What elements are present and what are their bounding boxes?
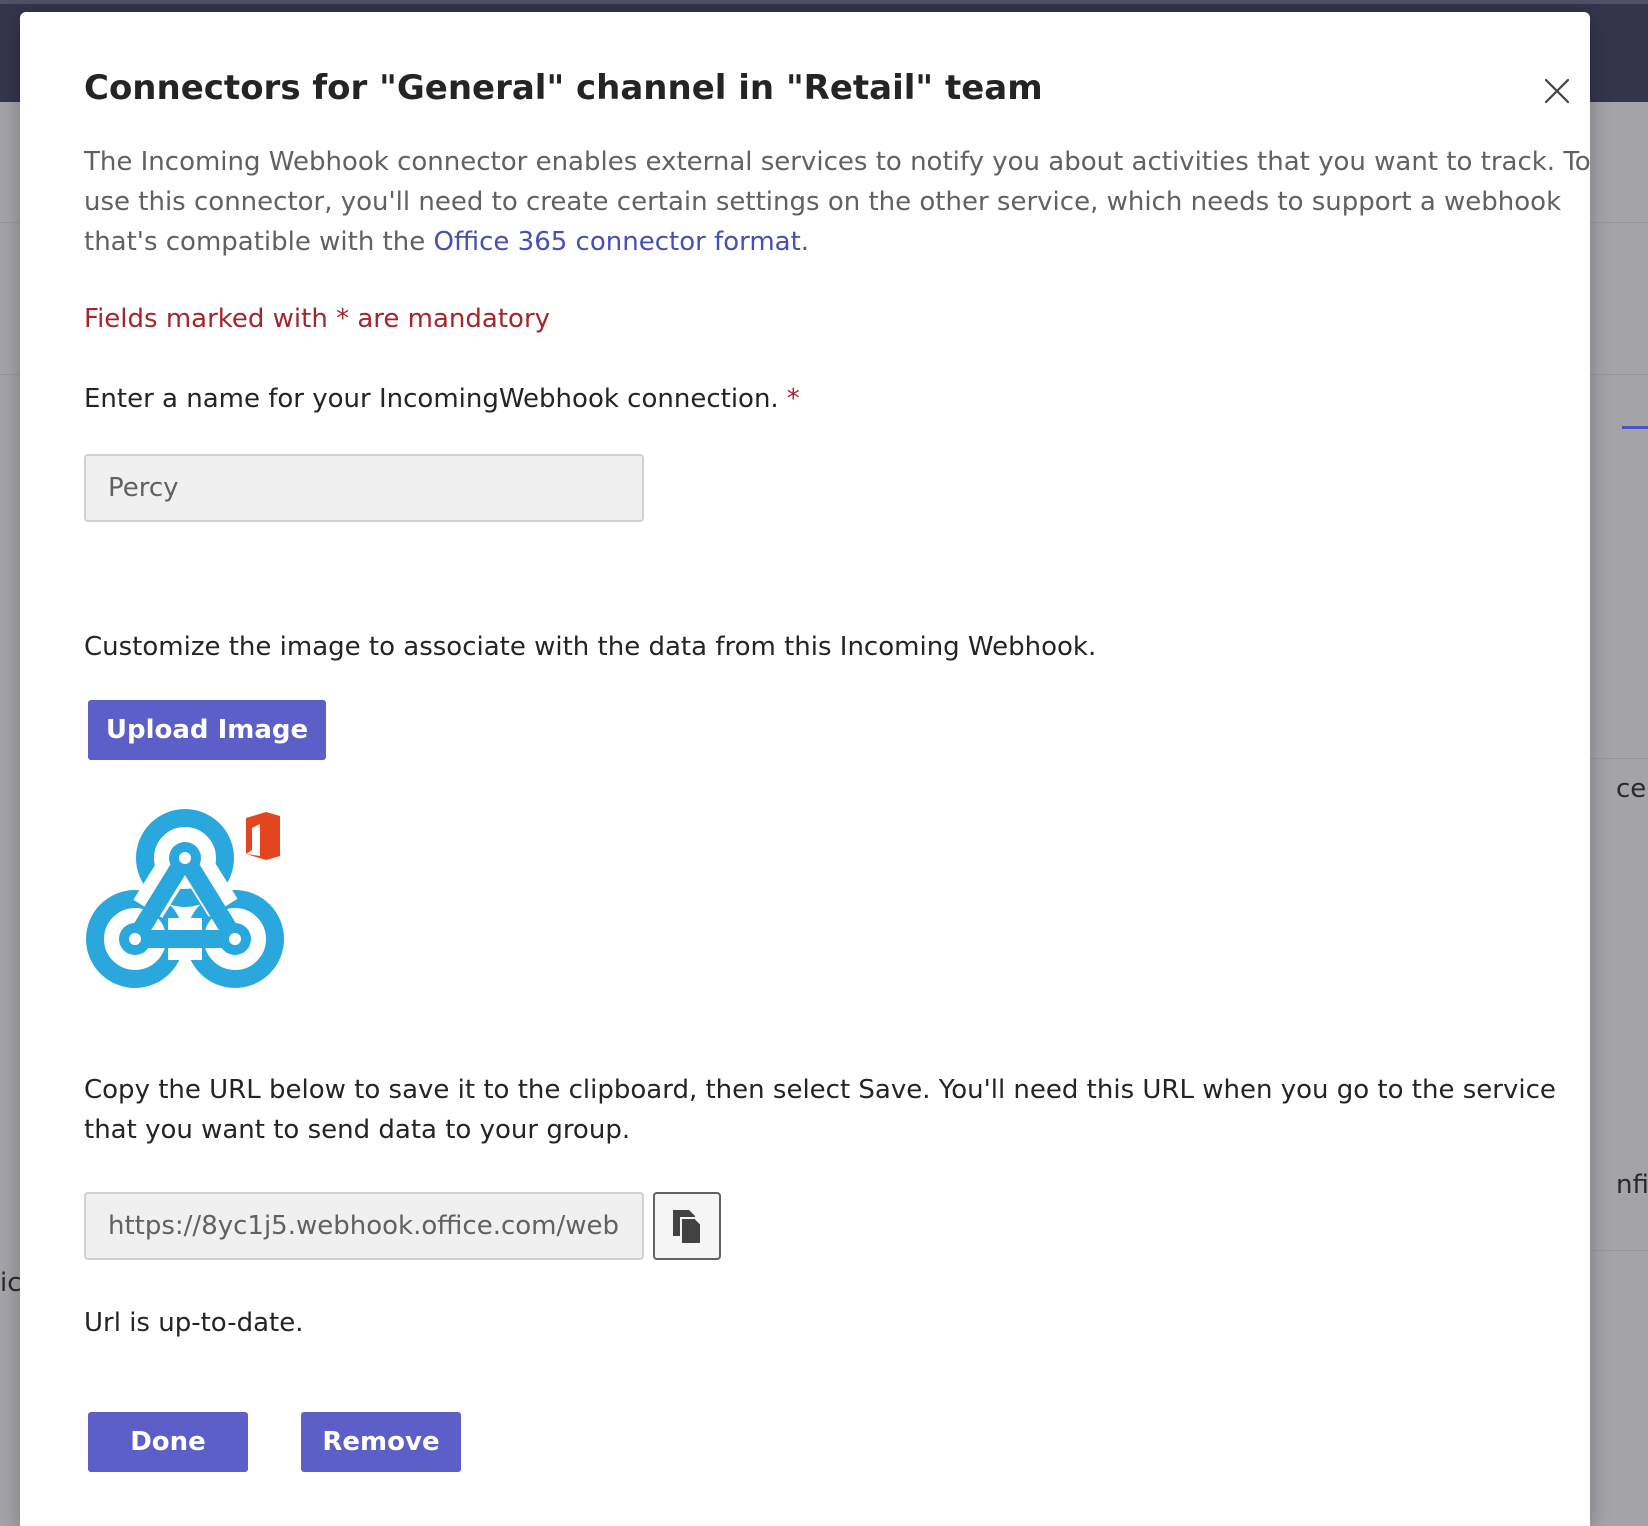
description-text: The Incoming Webhook connector enables e… [84,147,1591,257]
background-partial-text: ce [1616,774,1647,804]
connector-dialog: Connectors for "General" channel in "Ret… [20,12,1591,1526]
webhook-url-field[interactable] [84,1192,644,1260]
connection-name-label-text: Enter a name for your IncomingWebhook co… [84,384,779,414]
background-top-bar-line [0,0,1648,4]
mandatory-fields-note: Fields marked with * are mandatory [84,304,551,334]
close-icon[interactable] [1540,74,1574,108]
required-marker: * [786,384,800,414]
connection-name-input[interactable] [84,454,644,522]
dialog-title: Connectors for "General" channel in "Ret… [84,68,1043,108]
background-divider [1590,758,1648,759]
office-logo-icon [246,812,280,860]
background-divider [1590,1250,1648,1251]
copy-icon [673,1210,702,1245]
incoming-webhook-logo-icon [84,804,284,1004]
copy-url-button[interactable] [653,1192,721,1260]
done-button[interactable]: Done [88,1412,248,1472]
url-instructions: Copy the URL below to save it to the cli… [84,1075,1556,1145]
connection-name-label: Enter a name for your IncomingWebhook co… [84,384,800,414]
background-active-tab-indicator [1622,426,1648,429]
upload-image-button[interactable]: Upload Image [88,700,326,760]
remove-button[interactable]: Remove [301,1412,461,1472]
background-partial-text: ic [0,1268,20,1298]
close-button[interactable] [1540,74,1574,108]
background-partial-text: nfig [1616,1170,1648,1200]
connector-description: The Incoming Webhook connector enables e… [84,142,1594,262]
url-status-text: Url is up-to-date. [84,1308,304,1338]
connector-format-link[interactable]: Office 365 connector format. [434,227,810,257]
image-customize-label: Customize the image to associate with th… [84,632,1097,662]
